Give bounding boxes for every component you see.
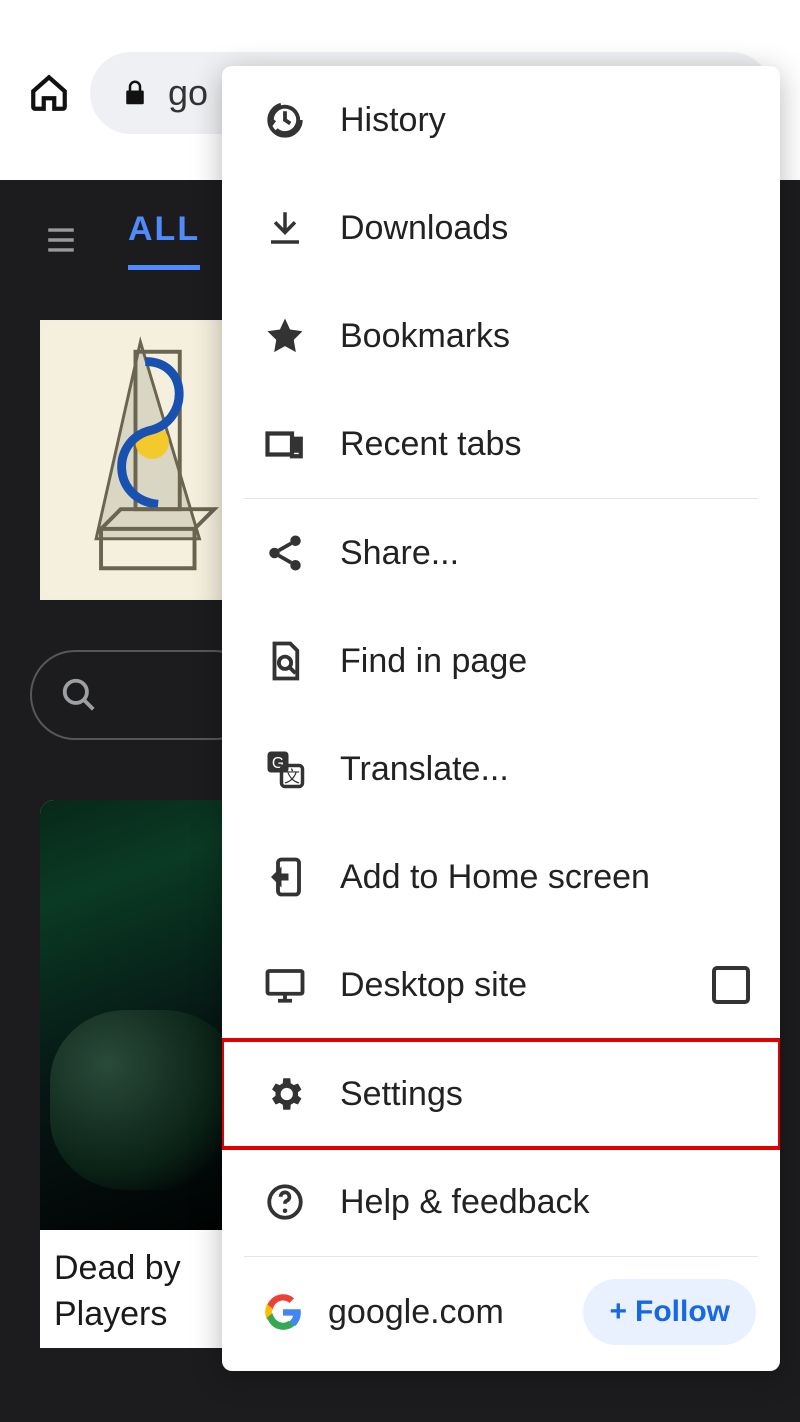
add-to-home-icon [264, 856, 306, 898]
menu-item-translate[interactable]: G文 Translate... [222, 715, 780, 823]
menu-label: Find in page [340, 642, 750, 681]
desktop-icon [264, 964, 306, 1006]
history-icon [264, 99, 306, 141]
menu-label: Settings [340, 1075, 750, 1114]
menu-item-share[interactable]: Share... [222, 499, 780, 607]
help-icon [264, 1181, 306, 1223]
follow-label: Follow [635, 1295, 730, 1329]
google-logo-icon [264, 1293, 302, 1331]
recent-tabs-icon [264, 423, 306, 465]
settings-gear-icon [264, 1073, 306, 1115]
menu-label: Share... [340, 534, 750, 573]
site-domain-label: google.com [328, 1293, 557, 1332]
find-in-page-icon [264, 640, 306, 682]
downloads-icon [264, 207, 306, 249]
menu-label: Desktop site [340, 966, 678, 1005]
svg-text:文: 文 [284, 768, 300, 786]
menu-item-downloads[interactable]: Downloads [222, 174, 780, 282]
search-icon [60, 676, 98, 714]
hamburger-icon[interactable] [40, 223, 82, 257]
menu-label: Bookmarks [340, 317, 750, 356]
site-info-row: google.com + Follow [222, 1257, 780, 1371]
bookmark-star-icon [264, 315, 306, 357]
share-icon [264, 532, 306, 574]
browser-overflow-menu: History Downloads Bookmarks Recent tabs … [222, 66, 780, 1371]
translate-icon: G文 [264, 748, 306, 790]
follow-button[interactable]: + Follow [583, 1279, 756, 1345]
menu-item-add-to-home[interactable]: Add to Home screen [222, 823, 780, 931]
menu-label: Downloads [340, 209, 750, 248]
menu-label: Help & feedback [340, 1183, 750, 1222]
menu-item-desktop-site[interactable]: Desktop site [222, 931, 780, 1039]
menu-item-help[interactable]: Help & feedback [222, 1148, 780, 1256]
desktop-site-checkbox[interactable] [712, 966, 750, 1004]
lock-icon [120, 75, 150, 111]
home-icon [28, 72, 70, 114]
plus-icon: + [609, 1295, 627, 1329]
menu-label: Add to Home screen [340, 858, 750, 897]
menu-label: History [340, 101, 750, 140]
home-button[interactable] [28, 72, 70, 114]
menu-item-recent-tabs[interactable]: Recent tabs [222, 390, 780, 498]
menu-label: Recent tabs [340, 425, 750, 464]
url-text: go [168, 72, 208, 114]
tab-all[interactable]: ALL [128, 210, 200, 270]
menu-item-history[interactable]: History [222, 66, 780, 174]
menu-label: Translate... [340, 750, 750, 789]
menu-item-settings[interactable]: Settings [222, 1040, 780, 1148]
menu-item-find-in-page[interactable]: Find in page [222, 607, 780, 715]
menu-item-bookmarks[interactable]: Bookmarks [222, 282, 780, 390]
